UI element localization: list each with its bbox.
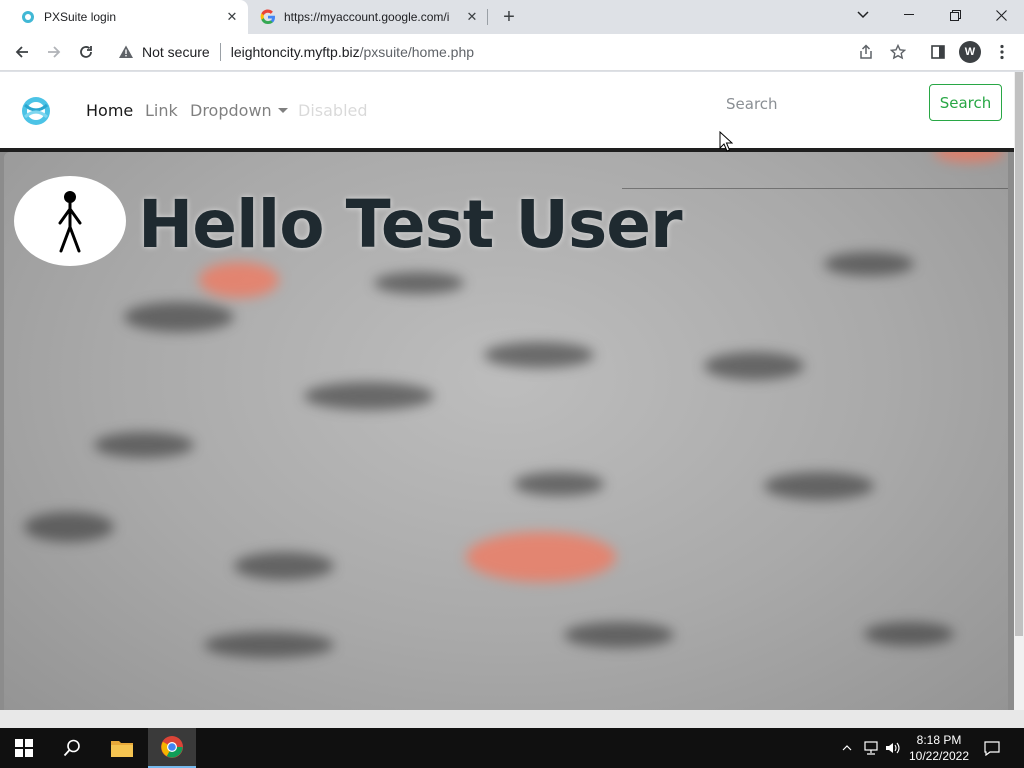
chevron-up-icon xyxy=(842,745,852,751)
search-icon xyxy=(63,739,80,757)
mouse-cursor-icon xyxy=(719,131,733,152)
forward-arrow-icon xyxy=(48,46,61,58)
scrollbar-thumb[interactable] xyxy=(1015,72,1023,636)
nav-home-link[interactable]: Home xyxy=(86,101,133,120)
clock-time: 8:18 PM xyxy=(916,733,962,747)
network-icon[interactable] xyxy=(860,728,882,768)
bg-blur-shape xyxy=(764,472,874,500)
bg-blur-highlight xyxy=(466,532,616,582)
chrome-icon xyxy=(161,736,183,758)
hero-greeting: Hello Test User xyxy=(138,186,683,263)
bookmark-star-icon[interactable] xyxy=(886,40,910,64)
stick-figure-icon xyxy=(58,191,82,253)
taskbar-search-button[interactable] xyxy=(48,728,96,768)
url-host: leightoncity.myftp.biz xyxy=(230,44,360,60)
bg-blur-shape xyxy=(704,352,804,380)
notifications-icon[interactable] xyxy=(980,728,1004,768)
volume-icon[interactable] xyxy=(882,728,904,768)
share-icon[interactable] xyxy=(854,40,878,64)
close-window-button[interactable] xyxy=(978,0,1024,30)
search-input[interactable] xyxy=(716,85,919,123)
back-button[interactable] xyxy=(10,40,34,64)
tab-title: PXSuite login xyxy=(44,10,117,24)
pxsuite-favicon-icon xyxy=(22,11,34,23)
page-viewport: Home Link Dropdown Disabled Search Searc… xyxy=(0,72,1014,710)
reload-button[interactable] xyxy=(74,40,98,64)
hero-background: Hello Test User xyxy=(4,152,1008,710)
bg-blur-shape xyxy=(564,622,674,648)
url-path: /pxsuite/home.php xyxy=(359,44,475,60)
horizontal-scrollbar[interactable] xyxy=(0,710,1024,728)
vertical-scrollbar[interactable] xyxy=(1014,72,1024,710)
minimize-button[interactable] xyxy=(886,0,932,30)
bg-blur-shape xyxy=(204,632,334,658)
bg-blur-shape xyxy=(124,302,234,332)
bg-blur-shape xyxy=(484,342,594,368)
side-panel-icon[interactable] xyxy=(926,40,950,64)
windows-logo-icon xyxy=(15,739,33,757)
restore-button[interactable] xyxy=(932,0,978,30)
menu-kebab-icon[interactable] xyxy=(990,40,1014,64)
browser-tab-strip: PXSuite login ✕ https://myaccount.google… xyxy=(0,0,1024,34)
bg-blur-shape xyxy=(24,512,114,542)
browser-toolbar: Not secure leightoncity.myftp.biz/pxsuit… xyxy=(0,34,1024,71)
bg-blur-highlight xyxy=(199,262,279,298)
tab-google-account[interactable]: https://myaccount.google.com/i ✕ xyxy=(248,0,488,34)
pxsuite-logo-icon[interactable] xyxy=(20,95,52,127)
clock-date: 10/22/2022 xyxy=(908,749,970,763)
tab-separator xyxy=(487,9,488,25)
close-tab-icon[interactable]: ✕ xyxy=(462,7,482,27)
bg-blur-shape xyxy=(374,272,464,294)
hero-banner: Hello Test User xyxy=(0,148,1014,710)
chrome-taskbar-button[interactable] xyxy=(148,728,196,768)
nav-dropdown-label: Dropdown xyxy=(190,101,272,120)
address-separator xyxy=(219,43,221,61)
back-arrow-icon xyxy=(15,46,28,58)
system-clock[interactable]: 8:18 PM 10/22/2022 xyxy=(904,732,974,764)
google-favicon-icon xyxy=(260,9,275,25)
search-button[interactable]: Search xyxy=(929,84,1002,121)
caret-down-icon xyxy=(277,108,288,113)
bg-blur-shape xyxy=(864,622,954,646)
site-navbar: Home Link Dropdown Disabled Search xyxy=(0,72,1014,148)
show-hidden-icons-button[interactable] xyxy=(836,728,858,768)
tab-title: https://myaccount.google.com/i xyxy=(284,10,450,24)
address-bar[interactable]: Not secure leightoncity.myftp.biz/pxsuit… xyxy=(106,38,916,66)
bg-blur-shape xyxy=(304,382,434,410)
new-tab-button[interactable]: + xyxy=(497,5,521,29)
bg-blur-shape xyxy=(824,252,914,276)
profile-avatar[interactable]: W xyxy=(959,41,981,63)
nav-disabled-link: Disabled xyxy=(298,101,368,120)
tab-search-chevron-icon[interactable] xyxy=(840,0,886,30)
bg-blur-shape xyxy=(514,472,604,496)
file-explorer-button[interactable] xyxy=(98,728,146,768)
folder-icon xyxy=(111,741,133,757)
user-avatar xyxy=(14,176,126,266)
bg-blur-highlight xyxy=(934,152,1004,162)
windows-taskbar: 8:18 PM 10/22/2022 xyxy=(0,728,1024,768)
reload-icon xyxy=(80,46,92,58)
tab-pxsuite-login[interactable]: PXSuite login ✕ xyxy=(0,0,248,34)
close-tab-icon[interactable]: ✕ xyxy=(222,7,242,27)
forward-button[interactable] xyxy=(42,40,66,64)
warning-triangle-icon[interactable] xyxy=(118,44,134,60)
nav-link[interactable]: Link xyxy=(145,101,178,120)
nav-dropdown[interactable]: Dropdown xyxy=(190,101,288,120)
bg-blur-shape xyxy=(234,552,334,580)
bg-blur-shape xyxy=(94,432,194,458)
start-button[interactable] xyxy=(0,728,48,768)
security-status-label: Not secure xyxy=(142,44,210,60)
